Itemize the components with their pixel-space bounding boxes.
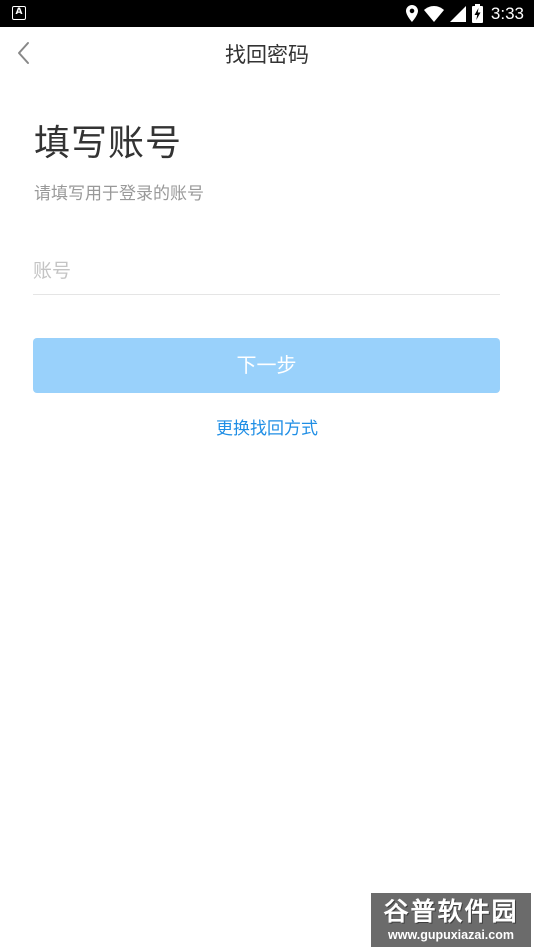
location-icon [405, 5, 418, 22]
status-time: 3:33 [490, 3, 524, 23]
status-icons: 3:33 [405, 0, 524, 27]
nav-bar: 找回密码 [0, 27, 534, 83]
signal-icon [449, 5, 466, 22]
watermark-logo: 谷普软件园 www.gupuxiazai.com [371, 893, 531, 947]
form-subtitle: 请填写用于登录的账号 [34, 184, 204, 204]
wifi-icon [423, 5, 444, 22]
watermark-title: 谷普软件园 [383, 897, 519, 926]
account-input[interactable] [33, 248, 500, 295]
next-step-button[interactable]: 下一步 [33, 338, 500, 393]
battery-charging-icon [471, 4, 483, 23]
watermark-url: www.gupuxiazai.com [388, 928, 514, 942]
switch-recovery-method-link[interactable]: 更换找回方式 [0, 416, 534, 442]
status-bar: A 3:33 [0, 0, 534, 27]
app-notification-icon: A [12, 6, 26, 20]
page-title: 找回密码 [225, 43, 309, 67]
form-heading: 填写账号 [34, 123, 183, 164]
